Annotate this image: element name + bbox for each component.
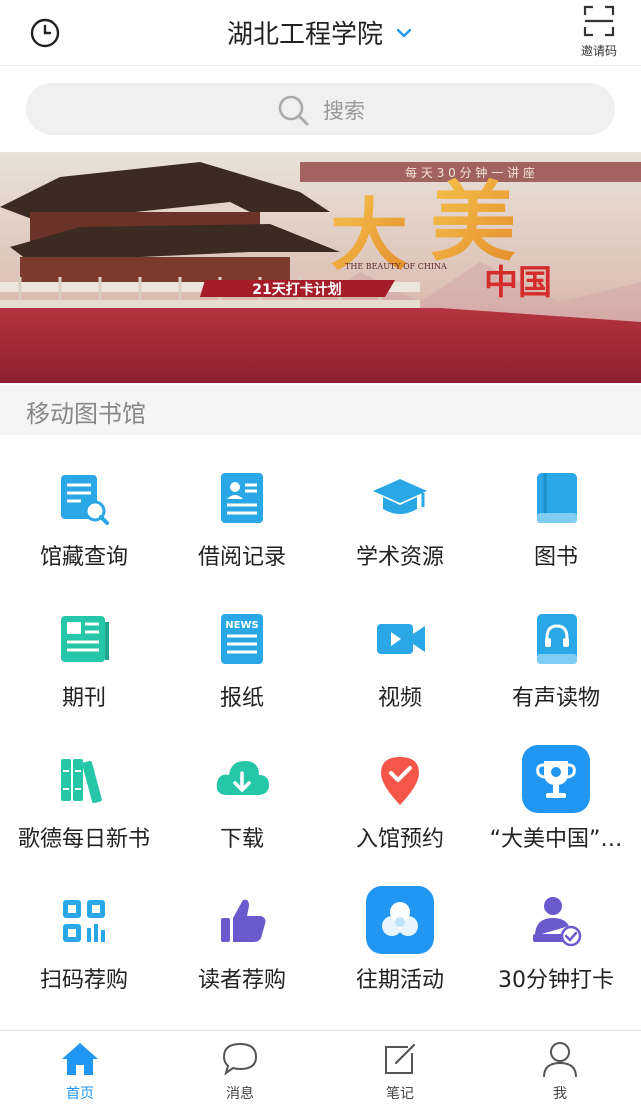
cloud-download-icon <box>216 761 269 795</box>
grid-item-label: 报纸 <box>219 686 264 711</box>
catalog-search-icon <box>61 475 109 525</box>
grid-item-reader-recommend[interactable]: 读者荐购 <box>162 878 322 1019</box>
journal-icon <box>61 616 109 662</box>
promo-banner[interactable]: 每 天 3 0 分 钟 一 讲 座 大 美 中国 THE BEAUTY OF C… <box>0 152 641 383</box>
app-header: 湖北工程学院 邀请码 <box>0 0 641 66</box>
bottom-tab-bar: 首页 消息 笔记 我 <box>0 1030 641 1106</box>
grid-item-download[interactable]: 下载 <box>162 737 322 878</box>
search-bar[interactable]: 搜索 <box>26 83 615 135</box>
tab-label: 我 <box>553 1086 567 1102</box>
section-header: 移动图书馆 <box>0 385 641 435</box>
grid-item-video[interactable]: 视频 <box>320 596 480 737</box>
grid-item-label: 学术资源 <box>355 545 444 570</box>
search-icon <box>278 95 309 126</box>
grid-item-newspapers[interactable]: NEWS 报纸 <box>162 596 322 737</box>
grid-item-label: 30分钟打卡 <box>498 968 614 993</box>
grid-item-label: 馆藏查询 <box>39 545 128 570</box>
thumbs-up-icon <box>221 899 266 942</box>
grid-item-label: 有声读物 <box>511 686 600 711</box>
grid-item-entry-reservation[interactable]: 入馆预约 <box>320 737 480 878</box>
grid-item-audiobooks[interactable]: 有声读物 <box>476 596 636 737</box>
grid-item-beauty-of-china[interactable]: “大美中国”… <box>476 737 636 878</box>
chevron-down-icon <box>396 28 412 37</box>
grid-item-label: 视频 <box>377 686 422 711</box>
home-icon <box>62 1043 98 1075</box>
grid-item-scan-recommend[interactable]: 扫码荐购 <box>4 878 164 1019</box>
grid-item-label: 下载 <box>219 827 264 852</box>
grid-item-borrow-record[interactable]: 借阅记录 <box>162 455 322 596</box>
trophy-app-icon <box>522 745 590 813</box>
section-title: 移动图书馆 <box>26 400 146 428</box>
tab-home[interactable]: 首页 <box>0 1031 160 1106</box>
grid-item-label: 期刊 <box>61 686 106 711</box>
invite-code-label: 邀请码 <box>580 44 617 58</box>
grid-item-past-activities[interactable]: 往期活动 <box>320 878 480 1019</box>
grid-item-label: 歌德每日新书 <box>17 827 150 852</box>
banner-title-2: 美 <box>430 172 516 273</box>
tab-label: 笔记 <box>386 1086 414 1102</box>
book-icon <box>537 473 577 523</box>
library-selector[interactable]: 湖北工程学院 <box>0 14 641 51</box>
grid-item-label: 借阅记录 <box>197 545 286 570</box>
grid-item-journals[interactable]: 期刊 <box>4 596 164 737</box>
qr-code-icon <box>63 900 105 942</box>
grid-item-academic-resources[interactable]: 学术资源 <box>320 455 480 596</box>
tab-label: 消息 <box>226 1086 254 1102</box>
grid-item-label: 读者荐购 <box>197 968 286 993</box>
graduation-cap-icon <box>373 479 427 514</box>
grid-item-30min-checkin[interactable]: 30分钟打卡 <box>476 878 636 1019</box>
search-placeholder: 搜索 <box>323 99 366 123</box>
location-check-icon <box>381 757 419 805</box>
grid-item-label: “大美中国”… <box>489 827 623 852</box>
person-icon <box>543 1042 577 1078</box>
grid-item-label: 图书 <box>533 545 578 570</box>
banner-ribbon: 21天打卡计划 <box>252 281 341 298</box>
edit-note-icon <box>385 1043 416 1074</box>
circles-app-icon <box>366 886 434 954</box>
video-camera-icon <box>377 624 425 654</box>
bookshelf-icon <box>61 759 102 804</box>
grid-item-label: 扫码荐购 <box>39 968 128 993</box>
borrow-record-icon <box>221 473 263 523</box>
user-check-icon <box>533 897 582 947</box>
newspaper-icon: NEWS <box>221 614 263 664</box>
grid-item-goethe-daily-books[interactable]: 歌德每日新书 <box>4 737 164 878</box>
tab-messages[interactable]: 消息 <box>160 1031 320 1106</box>
chat-bubble-icon <box>222 1042 258 1076</box>
grid-item-catalog-search[interactable]: 馆藏查询 <box>4 455 164 596</box>
invite-code-button[interactable]: 邀请码 <box>577 4 621 59</box>
grid-item-label: 往期活动 <box>355 968 444 993</box>
svg-text:NEWS: NEWS <box>225 620 258 631</box>
scan-frame-icon <box>583 5 615 37</box>
grid-item-books[interactable]: 图书 <box>476 455 636 596</box>
banner-sub-title: 中国 <box>484 263 552 303</box>
grid-item-label: 入馆预约 <box>355 827 444 852</box>
tab-label: 首页 <box>66 1086 94 1102</box>
banner-image: 每 天 3 0 分 钟 一 讲 座 大 美 中国 THE BEAUTY OF C… <box>0 152 641 383</box>
tab-me[interactable]: 我 <box>480 1031 640 1106</box>
banner-english: THE BEAUTY OF CHINA <box>345 262 447 271</box>
page-title: 湖北工程学院 <box>226 20 383 50</box>
tab-notes[interactable]: 笔记 <box>320 1031 480 1106</box>
audiobook-icon <box>537 614 577 664</box>
